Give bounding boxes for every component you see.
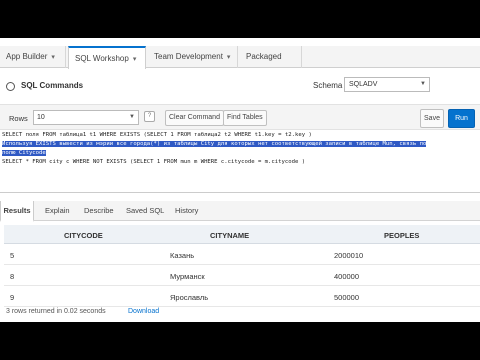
sql-commands-header: SQL Commands Schema SQLADV ▼ [0, 69, 480, 103]
cell-peoples: 500000 [334, 293, 360, 302]
rows-label: Rows [9, 114, 28, 123]
schema-value: SQLADV [349, 81, 378, 88]
download-link[interactable]: Download [128, 308, 159, 315]
chevron-down-icon: ▾ [226, 54, 231, 61]
sql-editor[interactable]: SELECT поля FROM таблица1 t1 WHERE EXIST… [0, 131, 480, 193]
table-header: CITYCODE CITYNAME PEOPLES [4, 225, 480, 244]
sql-workshop-window: App Builder ▾ SQL Workshop ▾ Team Developm… [0, 38, 480, 322]
cell-citycode: 9 [10, 293, 15, 302]
table-row: 9 Ярославль 500000 [4, 287, 480, 307]
chevron-down-icon: ▾ [51, 54, 55, 61]
help-icon[interactable]: ? [144, 111, 155, 122]
cell-citycode: 8 [10, 272, 15, 281]
tab-results[interactable]: Results [0, 201, 34, 222]
column-header-peoples[interactable]: PEOPLES [384, 231, 419, 240]
tab-describe[interactable]: Describe [84, 201, 114, 221]
cell-cityname: Казань [170, 251, 195, 260]
result-tabs: Results Explain Describe Saved SQL Histo… [0, 201, 480, 222]
cell-citycode: 5 [10, 251, 15, 260]
tab-label: App Builder [6, 52, 48, 61]
cell-peoples: 2000010 [334, 251, 364, 260]
cell-peoples: 400000 [334, 272, 360, 281]
column-header-cityname[interactable]: CITYNAME [210, 231, 249, 240]
tab-history[interactable]: History [175, 201, 198, 221]
chevron-down-icon: ▾ [132, 56, 137, 63]
tab-app-builder[interactable]: App Builder ▾ [0, 46, 66, 68]
rows-select[interactable]: 10 ▼ [33, 110, 139, 125]
tab-label: Team Development [154, 52, 223, 61]
find-tables-button[interactable]: Find Tables [223, 110, 267, 126]
editor-line: SELECT * FROM city c WHERE NOT EXISTS (S… [2, 159, 306, 165]
editor-line-selected: Используя EXISTS вывести из мэрии все го… [2, 141, 427, 147]
table-row: 5 Казань 2000010 [4, 245, 480, 265]
top-nav-tabs: App Builder ▾ SQL Workshop ▾ Team Developm… [0, 46, 480, 83]
schema-label: Schema [313, 81, 343, 90]
chevron-down-icon: ▼ [420, 81, 426, 87]
column-header-citycode[interactable]: CITYCODE [64, 231, 103, 240]
clear-command-button[interactable]: Clear Command [165, 110, 224, 126]
tab-explain[interactable]: Explain [45, 201, 70, 221]
chevron-down-icon: ▼ [129, 114, 135, 120]
command-toolbar: Rows 10 ▼ ? Clear Command Find Tables Sa… [0, 104, 480, 130]
run-button[interactable]: Run [448, 109, 475, 128]
tab-team-development[interactable]: Team Development ▾ [148, 46, 238, 68]
cell-cityname: Ярославль [170, 293, 209, 302]
editor-line: SELECT поля FROM таблица1 t1 WHERE EXIST… [2, 132, 312, 138]
tab-saved-sql[interactable]: Saved SQL [126, 201, 164, 221]
rows-returned-status: 3 rows returned in 0.02 seconds [6, 308, 106, 315]
cell-cityname: Мурманск [170, 272, 205, 281]
editor-line-selected: полю Citycode [2, 150, 46, 156]
table-row: 8 Мурманск 400000 [4, 266, 480, 286]
rows-value: 10 [37, 114, 45, 121]
tab-label: SQL Workshop [75, 54, 129, 63]
sql-commands-icon [6, 82, 15, 91]
schema-select[interactable]: SQLADV ▼ [344, 77, 430, 92]
page-title: SQL Commands [21, 81, 84, 90]
tab-sql-workshop[interactable]: SQL Workshop ▾ [68, 46, 146, 69]
save-button[interactable]: Save [420, 109, 444, 128]
tab-packaged-apps[interactable]: Packaged Apps▾ [240, 46, 302, 83]
